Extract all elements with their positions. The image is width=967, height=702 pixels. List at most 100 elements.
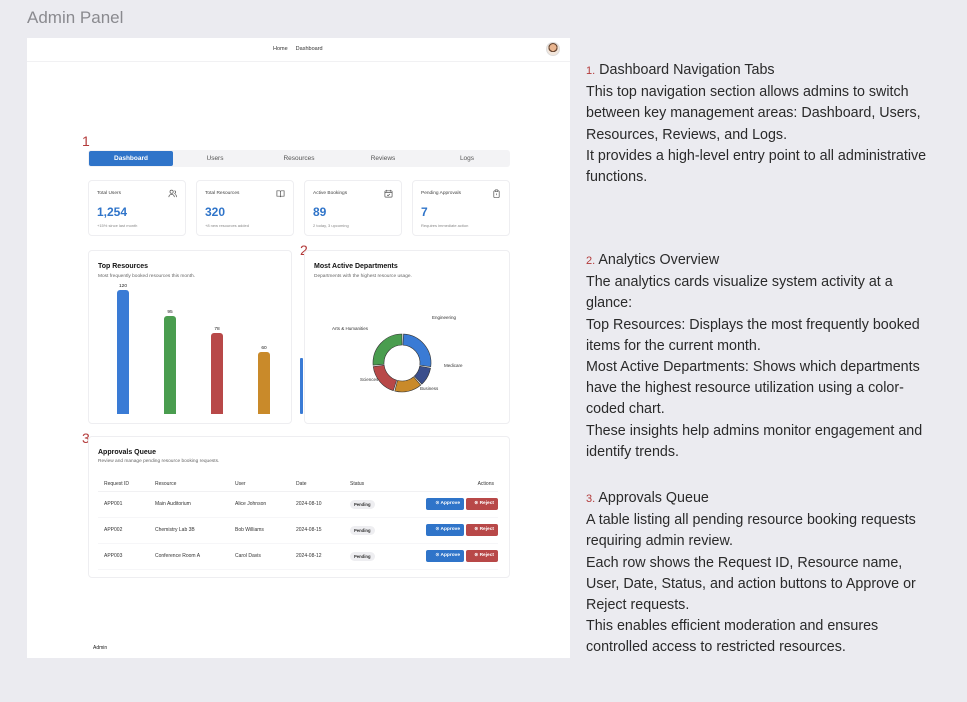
- stat-subtext: +8 new resources added: [205, 223, 249, 228]
- table-row: APP001 Main Auditorium Alice Johnson 2024-0…: [98, 491, 498, 518]
- actions-cell: ⊙ Approve ⊗ Reject: [404, 491, 498, 518]
- note-number: 1.: [586, 65, 596, 77]
- top-navbar: Home Dashboard: [27, 38, 570, 62]
- table-cell: 2024-08-12: [290, 543, 344, 570]
- note-section-2: 2. Analytics Overview The analytics card…: [586, 250, 936, 463]
- reject-button[interactable]: ⊗ Reject: [466, 498, 498, 510]
- reject-label: Reject: [479, 501, 494, 506]
- reject-button[interactable]: ⊗ Reject: [466, 524, 498, 536]
- note-section-3: 3. Approvals Queue A table listing all p…: [586, 488, 936, 659]
- check-circle-icon: ⊙: [435, 553, 440, 558]
- bar-mark: [117, 290, 129, 414]
- admin-panel-frame: Home Dashboard 1 2 3 Dashboard Users Res…: [27, 38, 570, 658]
- approve-button[interactable]: ⊙ Approve: [426, 498, 464, 510]
- departments-donut-chart: [372, 333, 432, 393]
- note-line: Most Active Departments: Shows which dep…: [586, 359, 920, 418]
- dashboard-tabs: Dashboard Users Resources Reviews Logs: [88, 150, 510, 167]
- stat-value: 89: [313, 205, 327, 219]
- reject-label: Reject: [479, 553, 494, 558]
- col-request-id: Request ID: [98, 477, 149, 492]
- footer-label: Admin: [93, 645, 108, 651]
- bar-mark: [211, 333, 223, 414]
- card-title: Approvals Queue: [98, 449, 156, 456]
- note-line: The analytics cards visualize system act…: [586, 274, 893, 312]
- reject-label: Reject: [479, 527, 494, 532]
- approve-label: Approve: [440, 527, 460, 532]
- note-line: A table listing all pending resource boo…: [586, 512, 916, 550]
- stat-card-active-bookings: Active Bookings 89 2 today, 3 upcoming: [304, 180, 402, 236]
- note-number: 3.: [586, 493, 596, 505]
- note-title: Approvals Queue: [598, 490, 709, 506]
- bar-value-label: 95: [167, 309, 173, 315]
- col-user: User: [229, 477, 290, 492]
- card-title: Top Resources: [98, 263, 149, 270]
- table-cell: Chemistry Lab 3B: [149, 517, 229, 544]
- note-line: This top navigation section allows admin…: [586, 84, 921, 143]
- approve-label: Approve: [440, 501, 460, 506]
- stat-card-pending-approvals: Pending Approvals 7 Requires immediate a…: [412, 180, 510, 236]
- approvals-queue-card: Approvals Queue Review and manage pendin…: [88, 436, 510, 578]
- x-circle-icon: ⊗: [474, 501, 479, 506]
- table-cell: Bob Williams: [229, 517, 290, 544]
- approve-label: Approve: [440, 553, 460, 558]
- nav-link-dashboard[interactable]: Dashboard: [296, 46, 323, 52]
- tab-dashboard[interactable]: Dashboard: [89, 151, 173, 166]
- scrollbar-indicator[interactable]: [300, 358, 303, 414]
- table-cell: APP002: [98, 517, 149, 544]
- donut-slice: [372, 333, 403, 366]
- tab-users[interactable]: Users: [173, 151, 257, 166]
- x-circle-icon: ⊗: [474, 527, 479, 532]
- x-circle-icon: ⊗: [474, 553, 479, 558]
- stat-card-total-users: Total Users 1,254 +15% since last month: [88, 180, 186, 236]
- tab-logs[interactable]: Logs: [425, 151, 509, 166]
- check-circle-icon: ⊙: [435, 501, 440, 506]
- status-badge: Pending: [350, 551, 375, 561]
- bar-value-label: 60: [261, 346, 267, 351]
- user-avatar[interactable]: [546, 42, 560, 56]
- approvals-table: Request ID Resource User Date Status Act…: [98, 477, 498, 570]
- page-title: Admin Panel: [27, 8, 124, 27]
- approve-button[interactable]: ⊙ Approve: [426, 524, 464, 536]
- col-actions: Actions: [404, 477, 498, 492]
- actions-cell: ⊙ Approve ⊗ Reject: [404, 543, 498, 570]
- tab-resources[interactable]: Resources: [257, 151, 341, 166]
- reject-button[interactable]: ⊗ Reject: [466, 550, 498, 562]
- stat-card-total-resources: Total Resources 320 +8 new resources add…: [196, 180, 294, 236]
- bar-value-label: 120: [118, 284, 127, 289]
- stat-label: Total Users: [97, 191, 121, 196]
- status-cell: Pending: [344, 491, 404, 518]
- departments-card: Most Active Departments Departments with…: [304, 250, 510, 424]
- table-cell: Carol Davis: [229, 543, 290, 570]
- table-cell: Conference Room A: [149, 543, 229, 570]
- donut-slice-label: Sciences: [360, 377, 379, 382]
- note-title: Analytics Overview: [598, 252, 720, 268]
- stat-subtext: +15% since last month: [97, 223, 138, 228]
- tab-reviews[interactable]: Reviews: [341, 151, 425, 166]
- users-icon: [168, 189, 177, 198]
- check-circle-icon: ⊙: [435, 527, 440, 532]
- stat-subtext: 2 today, 3 upcoming: [313, 223, 349, 228]
- donut-slice-label: Engineering: [432, 315, 457, 320]
- status-badge: Pending: [350, 525, 375, 535]
- col-date: Date: [290, 477, 344, 492]
- note-line: This enables efficient moderation and en…: [586, 618, 879, 656]
- table-cell: 2024-08-15: [290, 517, 344, 544]
- note-section-1: 1. Dashboard Navigation Tabs This top na…: [586, 60, 936, 188]
- status-cell: Pending: [344, 517, 404, 544]
- note-number: 2.: [586, 255, 596, 267]
- nav-link-home[interactable]: Home: [273, 46, 288, 52]
- table-cell: Alice Johnson: [229, 491, 290, 518]
- bar-value-label: 78: [214, 327, 220, 333]
- stat-value: 1,254: [97, 205, 128, 219]
- stat-value: 7: [421, 205, 428, 219]
- bar-mark: [164, 315, 176, 414]
- col-status: Status: [344, 477, 404, 492]
- table-header-row: Request ID Resource User Date Status Act…: [98, 477, 498, 492]
- table-cell: APP003: [98, 543, 149, 570]
- actions-cell: ⊙ Approve ⊗ Reject: [404, 517, 498, 544]
- table-cell: APP001: [98, 491, 149, 518]
- approve-button[interactable]: ⊙ Approve: [426, 550, 464, 562]
- stat-label: Active Bookings: [313, 191, 348, 196]
- donut-slice-label: Medicare: [444, 363, 463, 368]
- table-row: APP003 Conference Room A Carol Davis 2024-0…: [98, 543, 498, 570]
